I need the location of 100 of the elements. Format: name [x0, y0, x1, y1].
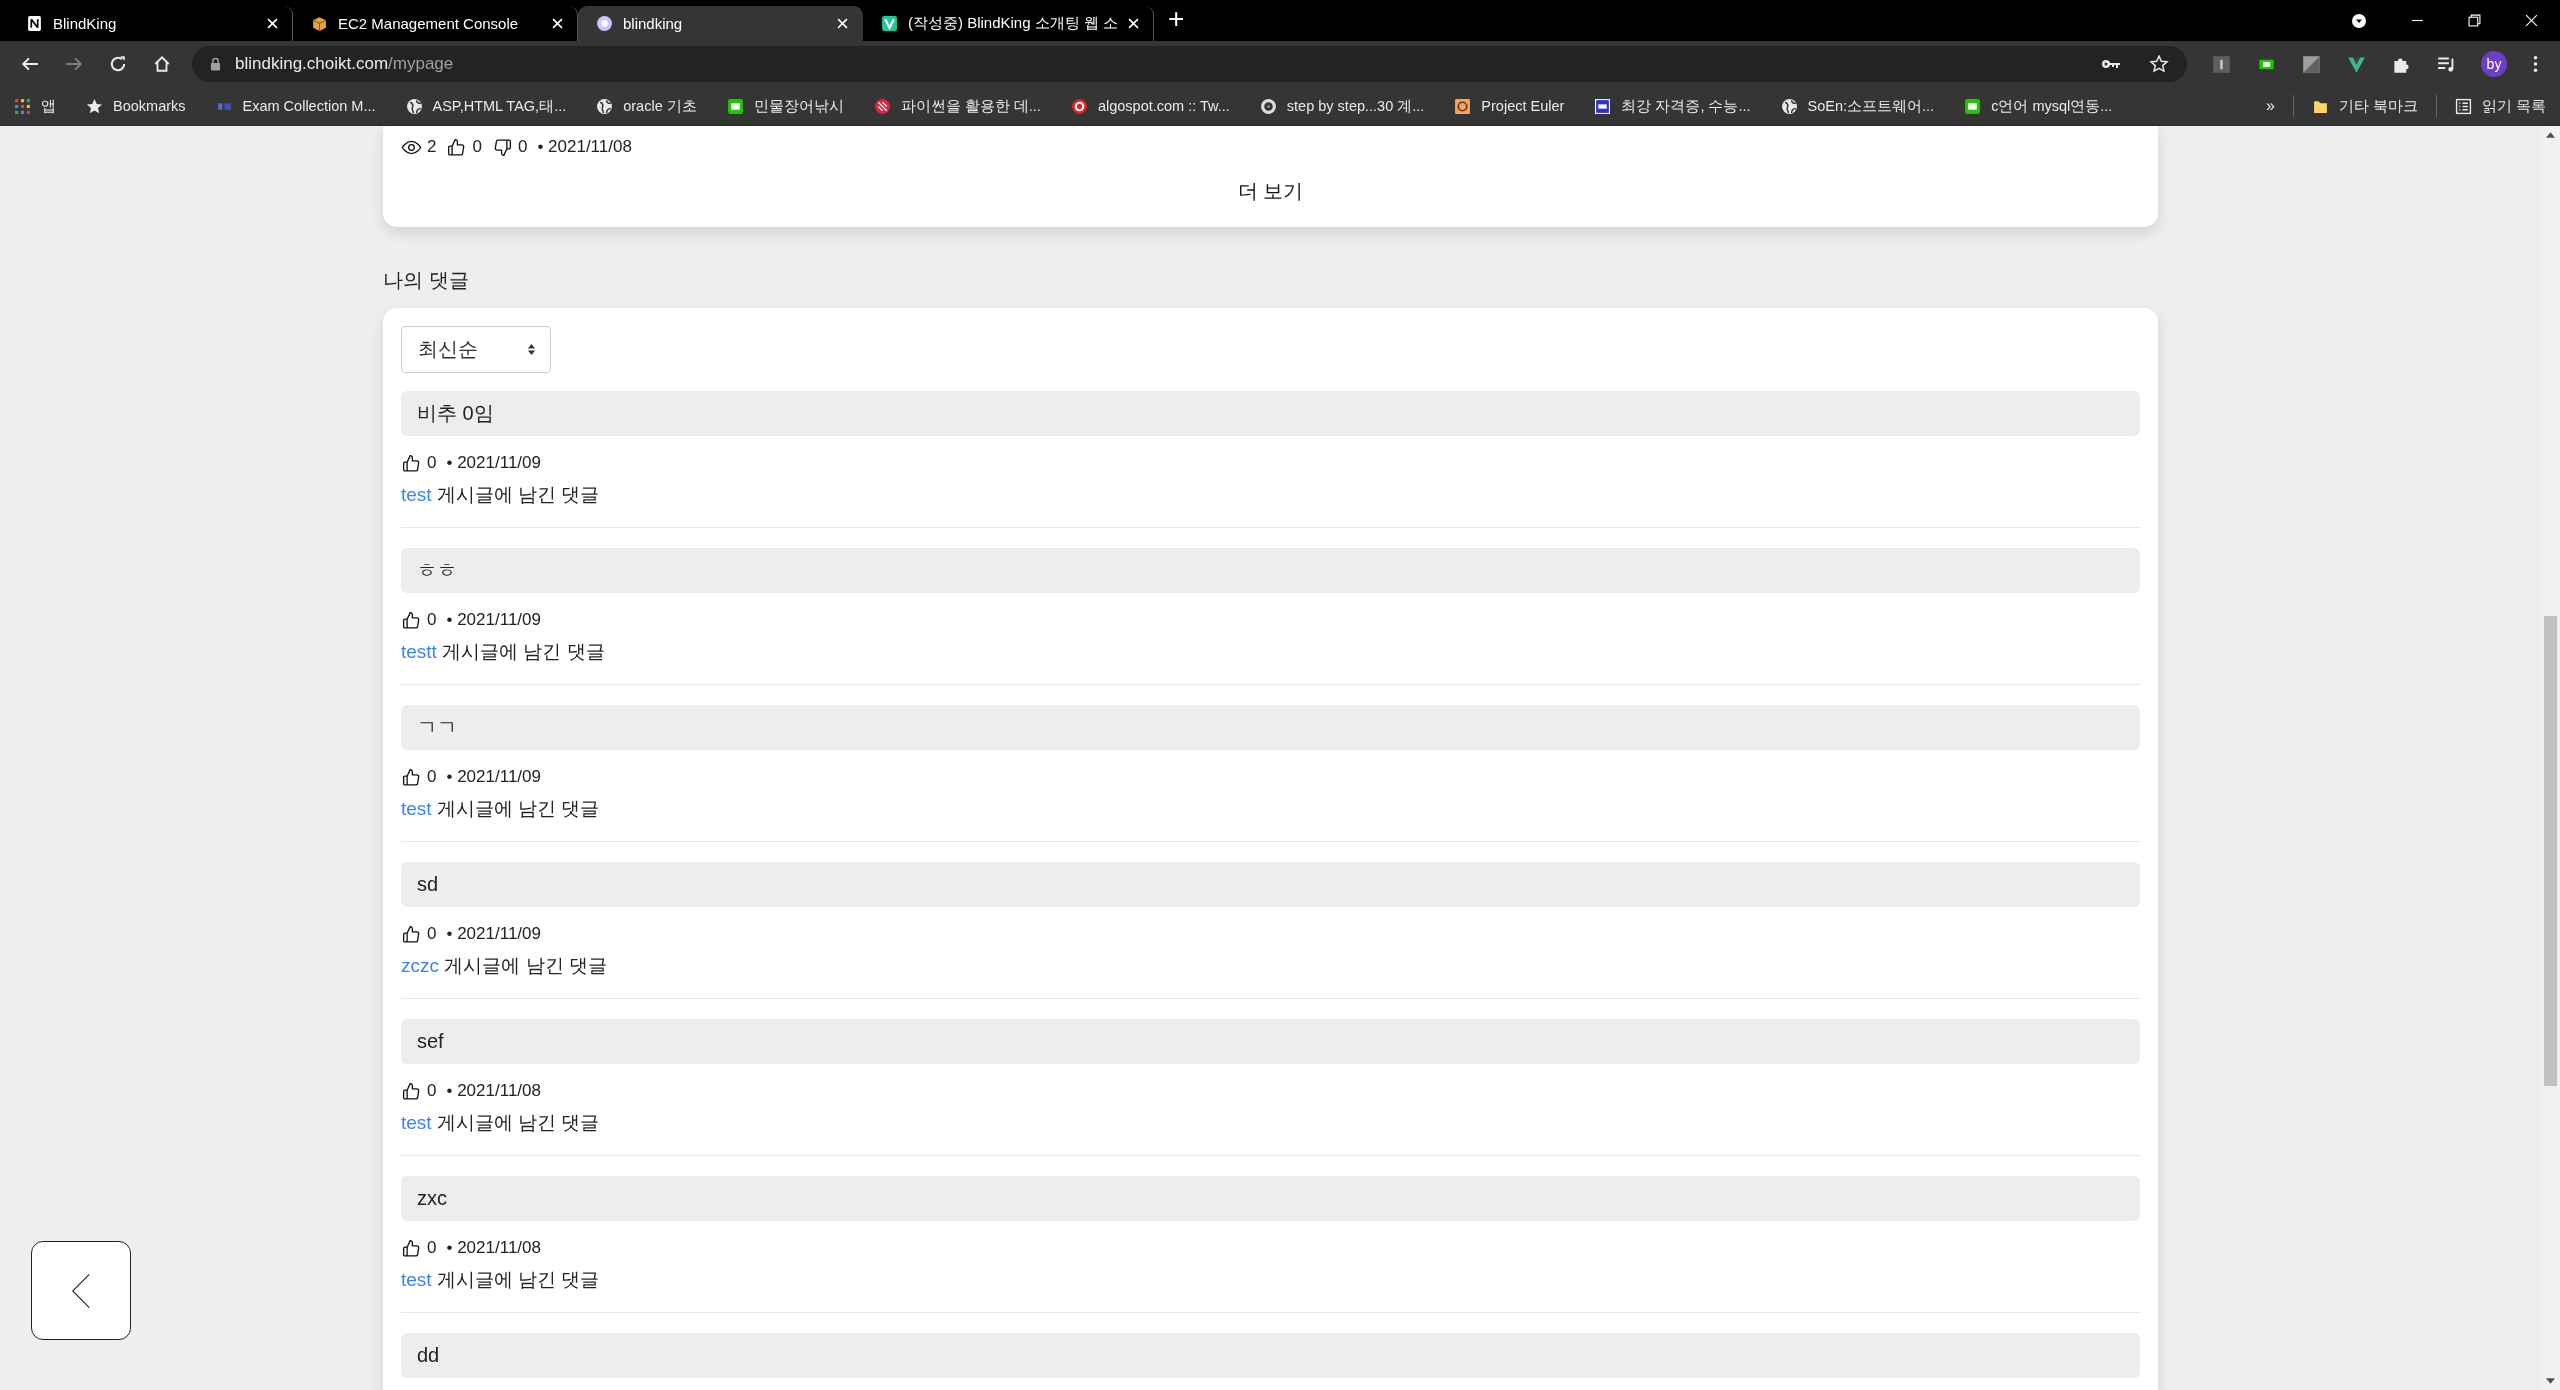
scrollbar-thumb[interactable]: [2544, 616, 2557, 1086]
comment-source: testt 게시글에 남긴 댓글: [401, 640, 606, 664]
comment-text: zxc: [401, 1176, 2140, 1221]
url-text: blindking.choikt.com/mypage: [235, 54, 454, 74]
bookmark-item[interactable]: 민물장어낚시: [726, 96, 844, 116]
dislike-count: 0: [517, 137, 528, 157]
thumbs-up-icon: [401, 766, 422, 788]
comment-date: • 2021/11/08: [446, 1238, 541, 1258]
comment-text: ㄱㄱ: [401, 705, 2140, 750]
star-icon: [86, 97, 103, 115]
scrollbar[interactable]: [2541, 126, 2560, 1390]
browser-tab[interactable]: (작성중) BlindKing 소개팅 웹 소: [863, 6, 1155, 41]
comment-source: test 게시글에 남긴 댓글: [401, 1268, 601, 1292]
post-date: • 2021/11/08: [537, 137, 632, 157]
comment-source: zczc 게시글에 남긴 댓글: [401, 954, 608, 978]
post-link[interactable]: testt: [401, 641, 437, 662]
profile-avatar[interactable]: by: [2481, 51, 2507, 77]
globe-icon: [405, 97, 423, 115]
like-count: 0: [427, 453, 437, 473]
tab-search-icon[interactable]: [2351, 12, 2367, 29]
back-button[interactable]: [31, 1241, 131, 1340]
thumbs-up-icon: [401, 1237, 422, 1259]
chevron-left-icon: [72, 1271, 90, 1310]
bookmark-item[interactable]: c언어 mysql연동...: [1964, 96, 2113, 116]
bookmark-folder[interactable]: 기타 북마크: [2311, 96, 2418, 116]
square-logo-icon: [1594, 97, 1612, 115]
view-count: 2: [427, 137, 437, 157]
thumbs-up-icon: [401, 452, 422, 474]
like-count: 0: [427, 610, 437, 630]
bookmark-item[interactable]: Project Euler: [1454, 97, 1565, 115]
comment-text: dd: [401, 1333, 2140, 1378]
comment-text: sd: [401, 862, 2140, 907]
post-link[interactable]: test: [401, 798, 432, 819]
like-count: 0: [427, 1081, 437, 1101]
bookmark-item[interactable]: 최강 자격증, 수능...: [1594, 96, 1751, 116]
globe-icon: [596, 97, 614, 115]
thumbs-up-icon: [401, 609, 422, 631]
post-link[interactable]: test: [401, 1269, 432, 1290]
more-button[interactable]: 더 보기: [1217, 168, 1324, 215]
reading-list-button[interactable]: 읽기 목록: [2454, 96, 2546, 116]
more-bookmarks-button[interactable]: »: [2266, 97, 2275, 115]
comment-source: test 게시글에 남긴 댓글: [401, 483, 601, 507]
apps-grid-icon: [14, 97, 31, 115]
box-icon: [311, 15, 328, 32]
like-count: 0: [427, 767, 437, 787]
striped-ball-icon: [873, 97, 891, 115]
new-tab-button[interactable]: +: [1154, 4, 1199, 37]
bookmark-item[interactable]: SoEn:소프트웨어...: [1780, 96, 1935, 116]
bookmark-item[interactable]: 파이썬을 활용한 데...: [873, 96, 1041, 116]
like-count: 0: [427, 924, 437, 944]
bookmark-item[interactable]: algospot.com :: Tw...: [1070, 97, 1230, 115]
address-bar[interactable]: blindking.choikt.com/mypage: [192, 46, 2187, 82]
comment-text: 비추 0임: [401, 391, 2140, 436]
bookmark-item[interactable]: 앱: [14, 96, 56, 116]
scroll-up-icon[interactable]: [2546, 132, 2555, 138]
close-icon[interactable]: [837, 18, 848, 29]
comment-source: test 게시글에 남긴 댓글: [401, 1111, 601, 1135]
browser-tab[interactable]: BlindKing: [8, 6, 293, 41]
comment-date: • 2021/11/09: [446, 453, 541, 473]
comment-date: • 2021/11/09: [446, 610, 541, 630]
chat-icon: [1964, 97, 1982, 115]
camera-icon: [1259, 97, 1277, 115]
sort-dropdown[interactable]: 최신순: [401, 326, 551, 373]
bookmark-item[interactable]: step by step...30 계...: [1259, 96, 1425, 116]
bookmark-item[interactable]: Bookmarks: [86, 97, 186, 115]
thumbs-up-icon: [401, 923, 422, 945]
bookmark-item[interactable]: oracle 기초: [596, 96, 697, 116]
lock-icon: [210, 57, 221, 71]
browser-tab[interactable]: blindking: [578, 6, 863, 41]
v-logo-icon: [881, 15, 898, 32]
comment-date: • 2021/11/09: [446, 924, 541, 944]
sort-arrows-icon: [527, 343, 536, 356]
post-link[interactable]: test: [401, 1112, 432, 1133]
page-icon: [26, 15, 43, 32]
post-link[interactable]: test: [401, 484, 432, 505]
section-title: 나의 댓글: [383, 268, 470, 293]
comment-text: sef: [401, 1019, 2140, 1064]
bookmark-item[interactable]: Exam Collection M...: [215, 97, 376, 115]
restore-icon[interactable]: [2468, 14, 2481, 27]
target-icon: [1070, 97, 1088, 115]
close-icon[interactable]: [1128, 18, 1140, 29]
comment-date: • 2021/11/09: [446, 767, 541, 787]
like-count: 0: [472, 137, 482, 157]
circle-icon: [596, 15, 613, 32]
close-icon[interactable]: [267, 18, 278, 29]
scroll-down-icon[interactable]: [2546, 1378, 2555, 1384]
like-count: 0: [427, 1238, 437, 1258]
close-icon[interactable]: [2525, 14, 2538, 27]
chat-icon: [726, 97, 744, 115]
globe-icon: [1780, 97, 1798, 115]
comment-text: ㅎㅎ: [401, 548, 2140, 593]
comment-source: test 게시글에 남긴 댓글: [401, 797, 601, 821]
bookmark-item[interactable]: ASP,HTML TAG,태...: [405, 96, 567, 116]
post-link[interactable]: zczc: [401, 955, 439, 976]
close-icon[interactable]: [552, 18, 563, 29]
star-icon[interactable]: [2149, 55, 2169, 73]
thumbs-up-icon: [401, 1080, 422, 1102]
ring-icon: [1454, 97, 1472, 115]
reading-list-icon: [2454, 97, 2472, 115]
comment-date: • 2021/11/08: [446, 1081, 541, 1101]
